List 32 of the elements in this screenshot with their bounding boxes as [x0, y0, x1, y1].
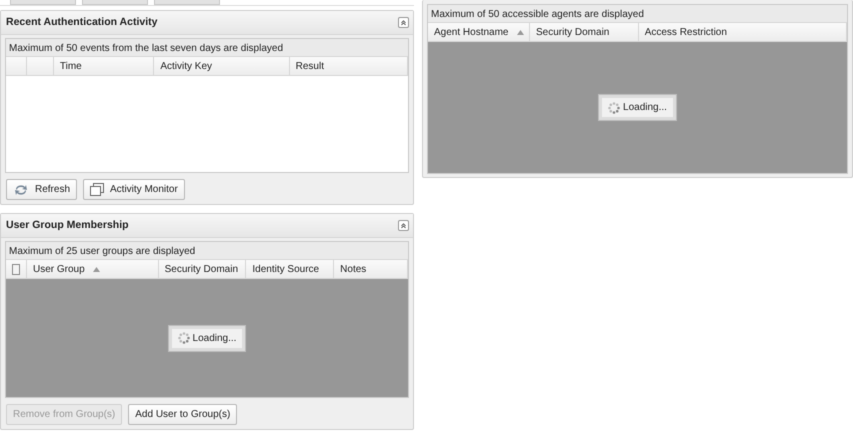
column-header[interactable]: Security Domain	[158, 260, 246, 278]
window-icon	[90, 183, 104, 196]
column-header[interactable]: Agent Hostname	[428, 23, 530, 41]
column-header[interactable]: Security Domain	[530, 23, 639, 41]
refresh-icon	[13, 182, 29, 196]
column-header[interactable]: Result	[290, 57, 408, 75]
loading-indicator: Loading...	[599, 95, 676, 120]
collapse-icon	[399, 221, 408, 230]
grid-caption: Maximum of 50 accessible agents are displayed	[428, 5, 847, 22]
toolbar-button[interactable]	[154, 0, 220, 5]
collapse-button[interactable]	[398, 220, 409, 231]
select-all-checkbox[interactable]	[12, 264, 20, 274]
collapse-icon	[399, 18, 408, 27]
spinner-icon	[178, 332, 190, 344]
panel-title: Recent Authentication Activity	[6, 14, 158, 30]
spinner-icon	[608, 102, 620, 114]
collapse-button[interactable]	[398, 17, 409, 28]
loading-indicator: Loading...	[168, 326, 246, 350]
column-header[interactable]: Time	[54, 57, 154, 75]
toolbar-button[interactable]: Refresh	[6, 179, 78, 200]
toolbar-button[interactable]	[10, 0, 76, 5]
column-header[interactable]: Notes	[334, 260, 408, 278]
toolbar-button[interactable]	[82, 0, 148, 5]
toolbar-button[interactable]: Activity Monitor	[83, 179, 185, 200]
column-header[interactable]: User Group	[27, 260, 159, 278]
panel-title: User Group Membership	[6, 218, 129, 233]
column-header[interactable]: Identity Source	[246, 260, 334, 278]
grid-caption: Maximum of 25 user groups are displayed	[6, 242, 408, 259]
grid-caption: Maximum of 50 events from the last seven days are displayed	[6, 39, 408, 56]
column-header[interactable]: Access Restriction	[638, 23, 847, 41]
toolbar-button[interactable]: Add User to Group(s)	[128, 404, 238, 425]
column-header[interactable]: Activity Key	[154, 57, 290, 75]
